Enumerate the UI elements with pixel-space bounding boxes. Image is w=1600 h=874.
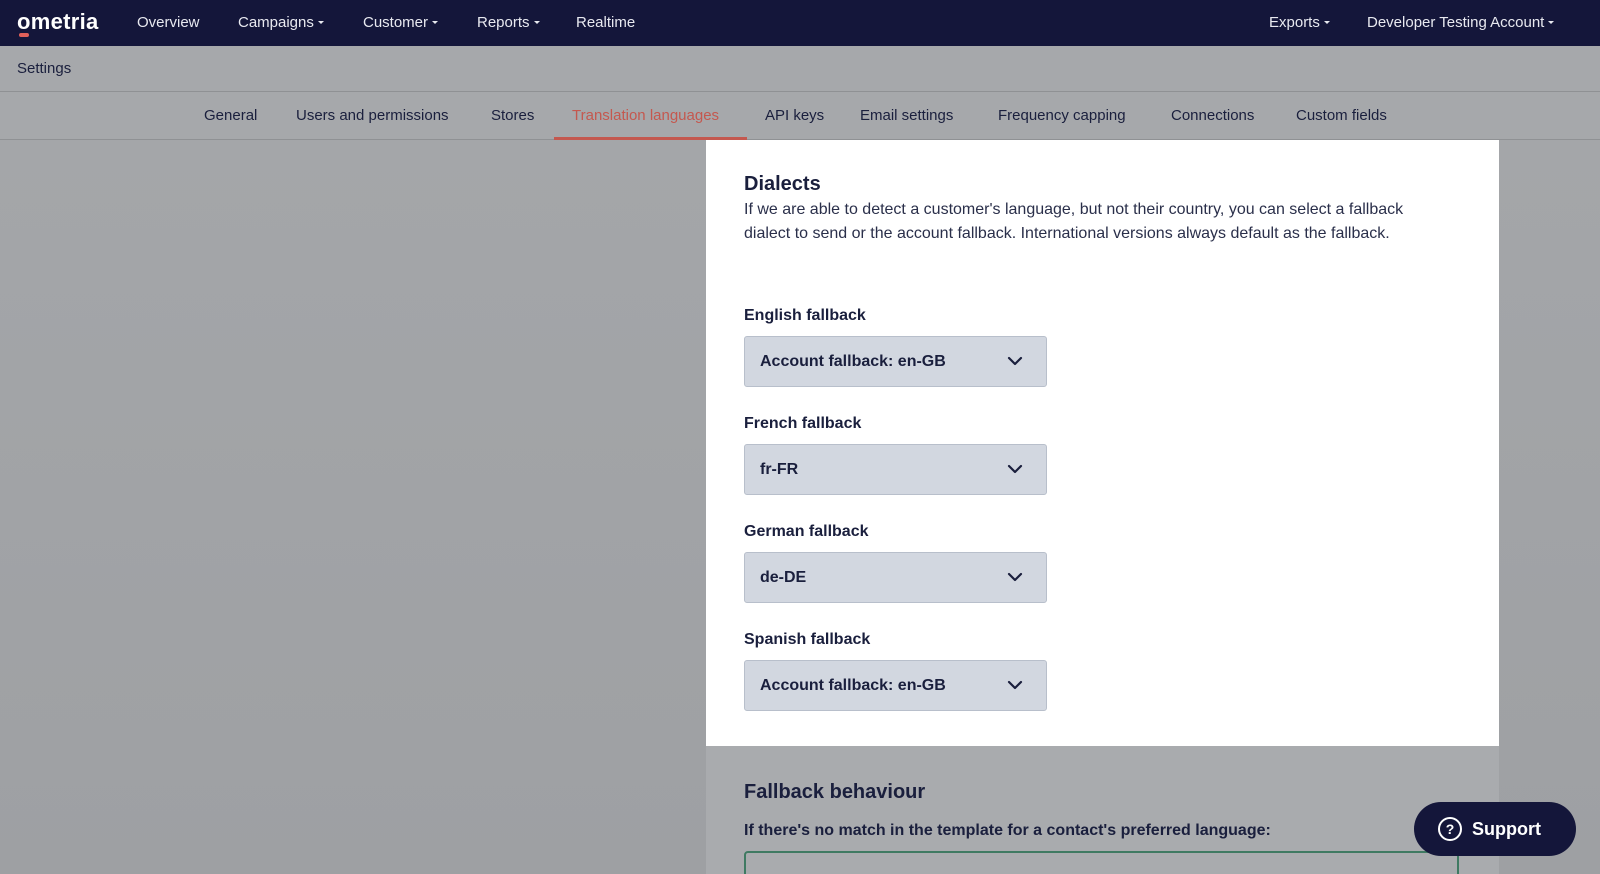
nav-overview-label: Overview — [137, 14, 200, 31]
chevron-down-icon — [1007, 464, 1023, 474]
page-title: Settings — [17, 60, 72, 77]
english-fallback-label: English fallback — [744, 307, 866, 324]
tab-connections[interactable]: Connections — [1171, 107, 1254, 124]
german-fallback-value: de-DE — [760, 568, 807, 586]
german-fallback-label: German fallback — [744, 523, 869, 540]
chevron-down-icon — [1007, 356, 1023, 366]
nav-reports-label: Reports — [477, 14, 530, 31]
fallback-behaviour-section: Fallback behaviour If there's no match i… — [706, 746, 1499, 874]
tab-translation-languages[interactable]: Translation languages — [572, 107, 719, 124]
nav-account-menu[interactable]: Developer Testing Account — [1367, 14, 1555, 31]
caret-down-icon — [533, 20, 540, 24]
tab-custom-fields[interactable]: Custom fields — [1296, 107, 1387, 124]
nav-realtime-label: Realtime — [576, 14, 636, 31]
account-name: Developer Testing Account — [1367, 14, 1545, 31]
nav-exports[interactable]: Exports — [1269, 14, 1330, 31]
french-fallback-label: French fallback — [744, 415, 862, 432]
nav-campaigns[interactable]: Campaigns — [238, 14, 324, 31]
english-fallback-select[interactable]: Account fallback: en-GB — [744, 336, 1047, 387]
nav-realtime[interactable]: Realtime — [576, 14, 635, 31]
english-fallback-value: Account fallback: en-GB — [760, 352, 946, 370]
chevron-down-icon — [1007, 572, 1023, 582]
caret-down-icon — [432, 20, 439, 24]
caret-down-icon — [1323, 20, 1330, 24]
tab-general[interactable]: General — [204, 107, 257, 124]
dialects-title: Dialects — [744, 173, 821, 195]
ometria-logo[interactable]: ometria — [17, 9, 99, 37]
chevron-down-icon — [1007, 680, 1023, 690]
nav-customer[interactable]: Customer — [363, 14, 439, 31]
support-label: Support — [1472, 818, 1541, 839]
tab-frequency-capping[interactable]: Frequency capping — [998, 107, 1126, 124]
logo-accent-icon — [19, 33, 29, 37]
settings-header: Settings — [0, 46, 1600, 92]
top-navbar: ometria Overview Campaigns Customer Repo… — [0, 0, 1600, 46]
nav-overview[interactable]: Overview — [137, 14, 200, 31]
french-fallback-select[interactable]: fr-FR — [744, 444, 1047, 495]
dialects-card: Dialects If we are able to detect a cust… — [706, 140, 1499, 746]
french-fallback-value: fr-FR — [760, 460, 799, 478]
dialects-description: If we are able to detect a customer's la… — [744, 201, 1404, 242]
question-icon: ? — [1438, 817, 1462, 841]
support-button[interactable]: ? Support — [1414, 802, 1576, 856]
caret-down-icon — [1548, 20, 1555, 24]
fallback-behaviour-subtitle: If there's no match in the template for … — [744, 822, 1271, 839]
caret-down-icon — [317, 20, 324, 24]
spanish-fallback-select[interactable]: Account fallback: en-GB — [744, 660, 1047, 711]
german-fallback-select[interactable]: de-DE — [744, 552, 1047, 603]
settings-tabs: General Users and permissions Stores Tra… — [0, 92, 1600, 140]
nav-campaigns-label: Campaigns — [238, 14, 314, 31]
fallback-option-box[interactable] — [744, 851, 1459, 874]
spanish-fallback-label: Spanish fallback — [744, 631, 871, 648]
fallback-behaviour-title: Fallback behaviour — [744, 781, 926, 803]
logo-text: ometria — [17, 9, 99, 34]
nav-reports[interactable]: Reports — [477, 14, 540, 31]
tab-stores[interactable]: Stores — [491, 107, 534, 124]
spanish-fallback-value: Account fallback: en-GB — [760, 676, 946, 694]
tab-api-keys[interactable]: API keys — [765, 107, 824, 124]
nav-exports-label: Exports — [1269, 14, 1320, 31]
tab-users-and-permissions[interactable]: Users and permissions — [296, 107, 449, 124]
nav-customer-label: Customer — [363, 14, 429, 31]
tab-email-settings[interactable]: Email settings — [860, 107, 953, 124]
